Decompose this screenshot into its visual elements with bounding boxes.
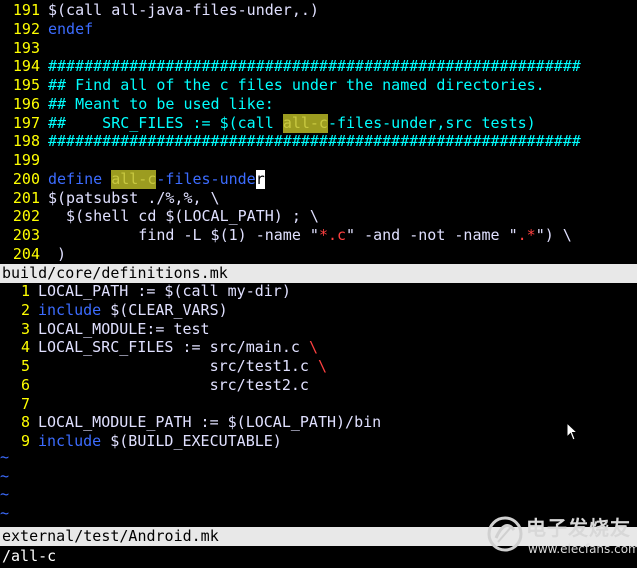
code-line[interactable]: 199: [0, 151, 48, 170]
line-number: 1: [20, 282, 30, 300]
empty-line-tilde: ~: [0, 503, 10, 522]
code-line[interactable]: 197 ## SRC_FILES := $(call all-c -files-un…: [0, 113, 536, 133]
line-number: 7: [20, 394, 30, 413]
code-token: ): [48, 244, 67, 263]
line-number: 203: [12, 226, 40, 244]
watermark-url: www.elecfans.com: [528, 542, 637, 556]
line-number: 3: [20, 319, 30, 338]
code-line[interactable]: 9 include $(BUILD_EXECUTABLE): [0, 432, 282, 451]
code-line[interactable]: 195 ## Find all of the c files under the …: [0, 76, 545, 95]
code-token: \: [308, 338, 318, 357]
code-token: endef: [48, 19, 94, 38]
line-number: 197: [12, 113, 40, 132]
code-token: ## SRC_FILES := $(call: [48, 113, 283, 132]
line-number: 198: [12, 132, 40, 151]
code-token: .*: [517, 226, 536, 244]
code-token: include: [38, 300, 102, 319]
code-token: -files-unde: [156, 169, 256, 188]
line-number: 199: [12, 151, 40, 169]
empty-line-tilde: ~: [0, 466, 10, 485]
code-token: find -L $(1) -name: [48, 226, 310, 244]
watermark-brand: 电子发烧友: [526, 516, 631, 540]
line-number: 195: [12, 76, 40, 94]
code-line[interactable]: 194 #####################################…: [0, 57, 581, 76]
line-number: 8: [20, 413, 30, 432]
code-line[interactable]: 8 LOCAL_MODULE_PATH := $(LOCAL_PATH)/bin: [0, 413, 381, 432]
code-token: ## Find all of the c files under the nam…: [48, 76, 545, 94]
code-token: " -and -not -name ": [346, 226, 518, 244]
code-token: ") \: [535, 226, 572, 244]
code-token: r: [255, 169, 265, 189]
line-number: 192: [12, 19, 40, 38]
code-token: all-c: [111, 169, 157, 189]
code-line[interactable]: 196 ## Meant to be used like:: [0, 95, 274, 114]
empty-line-tilde: ~: [0, 485, 10, 503]
code-token: src/test2.c: [38, 375, 309, 394]
code-line[interactable]: 193: [0, 39, 48, 58]
code-line[interactable]: 198 #####################################…: [0, 132, 581, 151]
line-number: 204: [12, 244, 40, 263]
code-token: $(patsubst ./%,%, \: [48, 188, 220, 207]
code-token: *.c: [318, 226, 347, 244]
line-number: 2: [20, 300, 30, 319]
line-number: 4: [20, 338, 30, 357]
code-token: all-c: [282, 113, 328, 133]
code-token: LOCAL_MODULE:= test: [38, 319, 210, 338]
code-line[interactable]: 7: [0, 395, 38, 414]
code-token: $(call all-java-files-under,.): [48, 1, 319, 19]
elecfans-logo-icon: [487, 516, 523, 552]
line-number: 196: [12, 94, 40, 113]
code-line[interactable]: 3 LOCAL_MODULE:= test: [0, 320, 210, 339]
code-token: include: [38, 432, 102, 450]
code-line[interactable]: 2 include $(CLEAR_VARS): [0, 301, 228, 320]
code-line[interactable]: 192 endef: [0, 20, 93, 39]
code-token: define: [48, 169, 112, 188]
code-line[interactable]: 200 define all-c -files-unde r: [0, 169, 265, 189]
code-token: $(shell cd $(LOCAL_PATH) ; \: [48, 207, 319, 226]
line-number: 193: [12, 38, 40, 57]
code-token: \: [317, 357, 327, 375]
code-line[interactable]: 204 ): [0, 245, 66, 264]
code-line[interactable]: 203 find -L $(1) -name " *.c " -and -not -…: [0, 226, 572, 245]
code-line[interactable]: 201 $(patsubst ./%,%, \: [0, 189, 220, 208]
code-line[interactable]: 1 LOCAL_PATH := $(call my-dir): [0, 282, 291, 301]
line-number: 200: [12, 169, 40, 188]
line-number: 191: [12, 1, 40, 19]
line-number: 6: [20, 375, 30, 394]
mouse-pointer-icon: [566, 422, 579, 441]
code-token: src/test1.c: [38, 357, 318, 375]
code-line[interactable]: 202 $(shell cd $(LOCAL_PATH) ; \: [0, 207, 319, 226]
code-token: ## Meant to be used like:: [48, 94, 274, 113]
code-line[interactable]: 5 src/test1.c \: [0, 357, 327, 376]
line-number: 201: [12, 188, 40, 207]
line-number: 5: [20, 357, 30, 375]
code-token: LOCAL_MODULE_PATH := $(LOCAL_PATH)/bin: [38, 413, 382, 432]
command-line[interactable]: /all-c: [0, 547, 56, 566]
code-token: ########################################…: [48, 57, 581, 76]
code-line[interactable]: 6 src/test2.c: [0, 376, 309, 395]
code-token: -files-under,src tests): [327, 113, 536, 132]
top-status-bar: build/core/definitions.mk: [0, 264, 637, 283]
empty-line-tilde: ~: [0, 448, 10, 466]
code-token: $(BUILD_EXECUTABLE): [101, 432, 282, 450]
code-line[interactable]: 191 $(call all-java-files-under,.): [0, 1, 319, 20]
code-token: ########################################…: [48, 132, 581, 151]
code-token: LOCAL_PATH := $(call my-dir): [38, 282, 291, 300]
code-line[interactable]: 4 LOCAL_SRC_FILES := src/main.c \: [0, 338, 318, 357]
code-token: LOCAL_SRC_FILES := src/main.c: [38, 338, 309, 357]
code-token: $(CLEAR_VARS): [101, 300, 228, 319]
line-number: 202: [12, 207, 40, 226]
watermark-logo: 电子发烧友 www.elecfans.com: [486, 508, 637, 564]
line-number: 194: [12, 57, 40, 76]
code-token: ": [309, 226, 319, 244]
